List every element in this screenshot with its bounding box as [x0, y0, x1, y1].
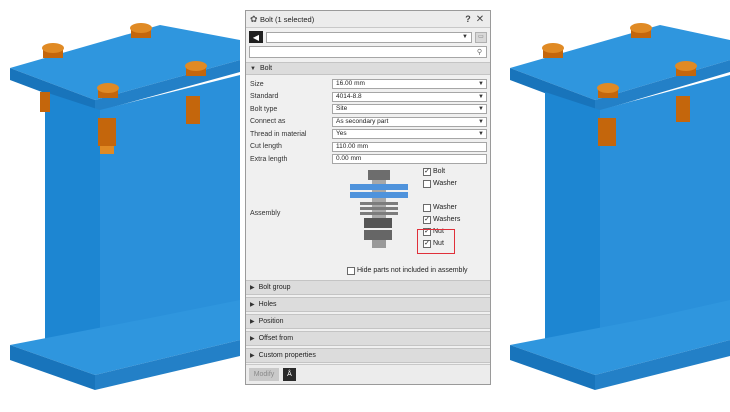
- save-icon[interactable]: ▭: [475, 31, 487, 43]
- expand-triangle-icon: ▶: [250, 284, 255, 291]
- checkbox-unchecked-icon: [423, 179, 431, 188]
- chevron-down-icon: ▼: [478, 93, 484, 100]
- panel-bottom-bar: Modify Å: [246, 364, 490, 384]
- collapse-triangle-icon: ▼: [250, 65, 256, 72]
- bolt-assembly-diagram-icon: [350, 169, 408, 248]
- hide-parts-row: Hide parts not included in assembly: [246, 266, 490, 278]
- size-dropdown[interactable]: 16.00 mm ▼: [332, 79, 487, 90]
- help-button[interactable]: ?: [462, 14, 474, 24]
- property-label: Standard: [250, 93, 279, 101]
- property-label: Connect as: [250, 118, 286, 126]
- chevron-down-icon: ▼: [478, 106, 484, 113]
- section-title: Bolt: [259, 65, 273, 72]
- chevron-down-icon: ▼: [478, 81, 484, 88]
- steel-beam-3d-view-left: [10, 23, 240, 390]
- extra-length-field[interactable]: 0.00 mm: [332, 154, 487, 165]
- pick-icon[interactable]: Å: [283, 368, 296, 381]
- section-bolt-group[interactable]: ▶ Bolt group: [246, 279, 490, 295]
- back-button[interactable]: ◀: [249, 31, 263, 43]
- assembly-check-washers[interactable]: ✓ Washers: [423, 215, 460, 224]
- cut-length-field[interactable]: 110.00 mm: [332, 141, 487, 152]
- saved-settings-dropdown[interactable]: ▼: [266, 31, 472, 43]
- expand-triangle-icon: ▶: [250, 318, 255, 325]
- section-offset-from[interactable]: ▶ Offset from: [246, 330, 490, 346]
- checkbox-checked-icon: ✓: [423, 215, 431, 224]
- assembly-label: Assembly: [250, 209, 281, 217]
- steel-beam-3d-view-right: [510, 23, 730, 390]
- modify-button[interactable]: Modify: [249, 368, 279, 381]
- property-row-extra-length: Extra length 0.00 mm: [246, 153, 490, 166]
- toolbar: ◀ ▼ ▭: [246, 28, 490, 44]
- section-position[interactable]: ▶ Position: [246, 313, 490, 329]
- thread-in-material-dropdown[interactable]: Yes ▼: [332, 129, 487, 140]
- property-label: Extra length: [250, 155, 288, 163]
- nut-checkboxes-highlight: [417, 229, 455, 254]
- chevron-down-icon: ▼: [478, 118, 484, 125]
- assembly-check-washer[interactable]: Washer: [423, 203, 457, 212]
- property-label: Cut length: [250, 143, 282, 151]
- gear-icon[interactable]: ✿: [250, 14, 260, 25]
- hide-parts-checkbox[interactable]: Hide parts not included in assembly: [347, 266, 468, 275]
- property-label: Bolt type: [250, 105, 278, 113]
- section-holes[interactable]: ▶ Holes: [246, 296, 490, 312]
- expand-triangle-icon: ▶: [250, 352, 255, 359]
- connect-as-dropdown[interactable]: As secondary part ▼: [332, 116, 487, 127]
- chevron-down-icon: ▼: [478, 131, 484, 138]
- checkbox-checked-icon: ✓: [423, 167, 431, 176]
- property-row-size: Size 16.00 mm ▼: [246, 78, 490, 91]
- property-row-bolt-type: Bolt type Site ▼: [246, 103, 490, 116]
- bolt-type-dropdown[interactable]: Site ▼: [332, 104, 487, 115]
- search-icon: ⚲: [476, 49, 482, 56]
- assembly-check-washer-top[interactable]: Washer: [423, 179, 457, 188]
- search-input[interactable]: ⚲: [249, 46, 487, 58]
- section-custom-properties[interactable]: ▶ Custom properties: [246, 347, 490, 363]
- property-label: Size: [250, 80, 264, 88]
- panel-titlebar: ✿ Bolt (1 selected) ? ✕: [246, 11, 490, 28]
- property-row-thread-in-material: Thread in material Yes ▼: [246, 128, 490, 141]
- standard-dropdown[interactable]: 4014-8.8 ▼: [332, 91, 487, 102]
- checkbox-unchecked-icon: [423, 203, 431, 212]
- chevron-down-icon: ▼: [462, 33, 468, 40]
- property-row-standard: Standard 4014-8.8 ▼: [246, 91, 490, 104]
- section-bolt-header[interactable]: ▼ Bolt: [246, 62, 490, 75]
- expand-triangle-icon: ▶: [250, 301, 255, 308]
- assembly-check-bolt[interactable]: ✓ Bolt: [423, 167, 445, 176]
- property-row-cut-length: Cut length 110.00 mm: [246, 141, 490, 154]
- checkbox-unchecked-icon: [347, 266, 355, 275]
- close-button[interactable]: ✕: [474, 14, 486, 25]
- expand-triangle-icon: ▶: [250, 335, 255, 342]
- panel-title: Bolt (1 selected): [260, 14, 315, 24]
- bolt-properties-panel: ✿ Bolt (1 selected) ? ✕ ◀ ▼ ▭ ⚲ ▼ Bolt S…: [245, 10, 491, 385]
- property-row-connect-as: Connect as As secondary part ▼: [246, 116, 490, 129]
- property-label: Thread in material: [250, 130, 307, 138]
